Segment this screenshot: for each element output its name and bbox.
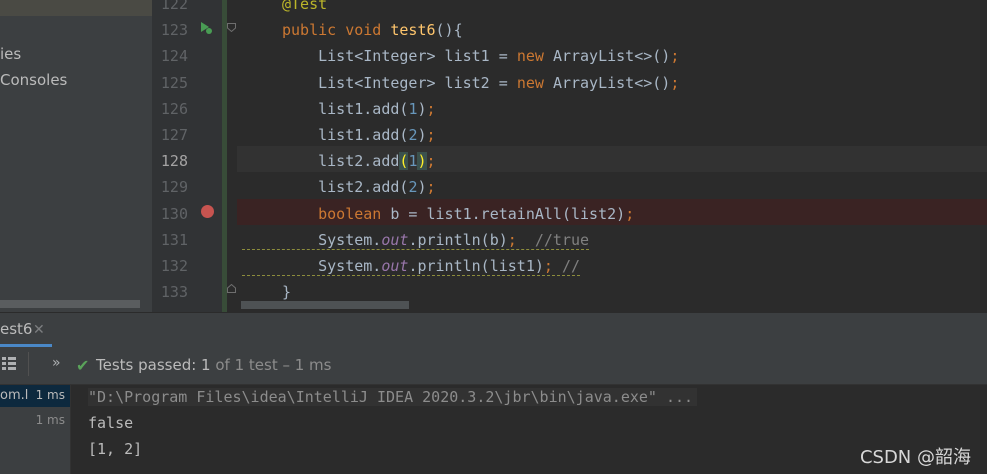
code-line[interactable]: list2.add(1); — [282, 152, 436, 170]
line-number: 133 — [160, 283, 188, 301]
code-line[interactable]: List<Integer> list2 = new ArrayList<>(); — [282, 74, 679, 92]
code-token: System. — [282, 231, 382, 249]
line-number: 126 — [160, 100, 188, 118]
code-line[interactable]: public void test6(){ — [282, 21, 463, 39]
tests-status: Tests passed: 1 of 1 test – 1 ms — [96, 356, 331, 374]
code-line[interactable]: } — [282, 283, 291, 301]
code-token: ; — [426, 178, 436, 196]
code-token: ; — [426, 100, 436, 118]
code-token: boolean — [318, 205, 391, 223]
test-tree-row-name: om.l — [0, 388, 29, 403]
code-token: ) — [417, 178, 427, 196]
sidebar-top-band — [0, 0, 152, 16]
code-token: new — [516, 74, 553, 92]
line-number: 124 — [160, 47, 188, 65]
code-line[interactable]: list1.add(1); — [282, 100, 436, 118]
line-number: 123 — [160, 21, 188, 39]
line-number: 130 — [160, 205, 188, 223]
code-token: out — [381, 257, 409, 275]
project-sidebar: ies Consoles — [0, 0, 152, 312]
console-command-line: "D:\Program Files\idea\IntelliJ IDEA 202… — [88, 388, 698, 406]
code-token: ; — [670, 47, 680, 65]
test-tree-row[interactable]: 1 ms — [0, 410, 70, 432]
vcs-change-bar[interactable] — [222, 0, 227, 312]
code-token: public void — [282, 21, 391, 39]
tree-expand-icon[interactable] — [2, 356, 16, 370]
run-tool-header — [0, 312, 987, 349]
code-token: ; — [625, 205, 635, 223]
line-number: 128 — [160, 152, 188, 170]
more-actions-icon[interactable]: » — [52, 355, 61, 371]
code-token: } — [282, 283, 292, 301]
test-tree-row-time: 1 ms — [35, 388, 65, 402]
watermark: CSDN @韶海 — [859, 447, 971, 468]
tests-status-prefix: Tests passed: — [96, 356, 202, 374]
code-token: b = list1.retainAll(list2) — [390, 205, 626, 223]
code-token: list1.add( — [282, 100, 409, 118]
console-output-line: [1, 2] — [88, 440, 143, 458]
sidebar-scrollbar[interactable] — [0, 300, 140, 308]
code-token: ArrayList<>() — [552, 47, 671, 65]
line-number: 127 — [160, 126, 188, 144]
run-tab-label[interactable]: est6 — [0, 320, 32, 338]
code-token: ; — [426, 152, 436, 170]
sidebar-item-libraries[interactable]: ies — [0, 45, 21, 63]
code-token: .println(b) — [408, 231, 508, 249]
editor-horizontal-scrollbar[interactable] — [241, 301, 409, 309]
code-token: new — [516, 47, 553, 65]
test-tree-row[interactable]: om.l 1 ms — [0, 385, 70, 407]
toolbar-divider — [28, 352, 29, 376]
breakpoint-icon[interactable] — [201, 205, 214, 218]
line-number: 129 — [160, 178, 188, 196]
code-line[interactable]: System.out.println(b); //true — [242, 231, 590, 250]
sidebar-item-scratches-consoles[interactable]: Consoles — [0, 71, 67, 89]
line-number: 132 — [160, 257, 188, 275]
run-test-icon[interactable] — [197, 19, 213, 35]
code-line[interactable]: System.out.println(list1); // — [242, 257, 581, 276]
active-tab-indicator — [0, 344, 52, 347]
console-output-line: false — [88, 414, 134, 432]
code-token: list2.add( — [282, 178, 409, 196]
line-number: 131 — [160, 231, 188, 249]
code-token: // — [552, 257, 581, 275]
code-token: ) — [417, 126, 427, 144]
code-line[interactable]: @Test — [282, 0, 327, 13]
code-token: list1.add( — [282, 126, 409, 144]
code-token: System. — [282, 257, 382, 275]
fold-open-icon[interactable] — [227, 23, 236, 32]
code-line[interactable]: boolean b = list1.retainAll(list2); — [282, 205, 634, 223]
code-token: List<Integer> list2 = — [282, 74, 517, 92]
fold-close-icon[interactable] — [227, 284, 236, 293]
tests-status-count: 1 — [201, 356, 211, 374]
code-token: ) — [417, 152, 427, 170]
code-token: ; — [426, 126, 436, 144]
tests-status-rest: of 1 test – 1 ms — [210, 356, 332, 374]
code-token: test6 — [390, 21, 436, 39]
code-token: ; — [543, 257, 553, 275]
test-results-tree: om.l 1 ms 1 ms — [0, 385, 71, 474]
code-token: list2.add — [282, 152, 400, 170]
code-token: .println(list1) — [408, 257, 544, 275]
code-token: List<Integer> list1 = — [282, 47, 517, 65]
code-token: ; — [670, 74, 680, 92]
close-tab-icon[interactable]: ✕ — [33, 322, 45, 338]
code-line[interactable]: List<Integer> list1 = new ArrayList<>(); — [282, 47, 679, 65]
code-token: out — [381, 231, 409, 249]
line-number: 122 — [160, 0, 188, 13]
code-token: ; — [507, 231, 517, 249]
code-token: @Test — [282, 0, 328, 13]
code-token: //true — [516, 231, 590, 249]
code-line[interactable]: list2.add(2); — [282, 178, 436, 196]
code-token: ) — [417, 100, 427, 118]
tests-passed-check-icon: ✔ — [76, 356, 90, 375]
test-tree-row-time: 1 ms — [35, 413, 65, 427]
code-token: (){ — [435, 21, 463, 39]
code-line[interactable]: list1.add(2); — [282, 126, 436, 144]
line-number: 125 — [160, 74, 188, 92]
code-token: ArrayList<>() — [552, 74, 671, 92]
